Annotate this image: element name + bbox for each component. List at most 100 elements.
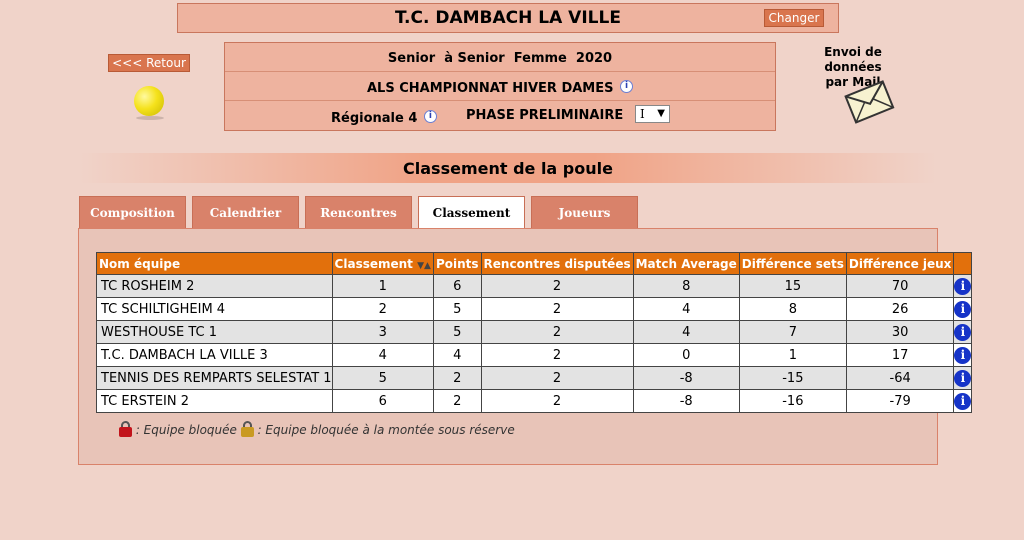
tab-calendrier[interactable]: Calendrier [192, 196, 299, 229]
legend-locked-reserve: : Equipe bloquée à la montée sous réserv… [257, 423, 515, 437]
cell-team-name: TC ERSTEIN 2 [96, 389, 333, 413]
legend-locked: : Equipe bloquée [135, 423, 237, 437]
tennis-ball-shadow [136, 116, 164, 120]
col-match-average[interactable]: Match Average [632, 252, 740, 275]
championship-label: ALS CHAMPIONNAT HIVER DAMES [366, 81, 614, 96]
col-points[interactable]: Points [432, 252, 482, 275]
championship-info-icon[interactable]: i [620, 80, 634, 93]
cell-points: 6 [432, 274, 482, 298]
category-label: Senior à Senior Femme 2020 [387, 51, 613, 66]
cell-matches-played: 2 [480, 389, 634, 413]
tab-composition[interactable]: Composition [79, 196, 186, 229]
cell-matches-played: 2 [480, 320, 634, 344]
change-club-button[interactable]: Changer [764, 9, 824, 27]
cell-team-name: TC SCHILTIGHEIM 4 [96, 297, 333, 321]
cell-matches-played: 2 [480, 274, 634, 298]
cell-team-name: WESTHOUSE TC 1 [96, 320, 333, 344]
cell-points: 2 [432, 366, 482, 390]
cell-rank: 4 [331, 343, 434, 367]
cell-games-difference: 70 [845, 274, 955, 298]
col-matches-played[interactable]: Rencontres disputées [480, 252, 634, 275]
cell-team-name: T.C. DAMBACH LA VILLE 3 [96, 343, 333, 367]
cell-info: i [953, 297, 973, 321]
col-info [953, 252, 973, 275]
cell-games-difference: 30 [845, 320, 955, 344]
envelope-icon[interactable] [843, 76, 895, 126]
tab-classement[interactable]: Classement [418, 196, 525, 230]
cell-info: i [953, 343, 973, 367]
red-lock-icon [119, 421, 132, 437]
cell-rank: 5 [331, 366, 434, 390]
col-games-difference[interactable]: Différence jeux [845, 252, 955, 275]
cell-match-average: 8 [632, 274, 740, 298]
cell-games-difference: 26 [845, 297, 955, 321]
phase-label: PHASE PRELIMINAIRE [466, 108, 624, 123]
cell-sets-difference: 15 [738, 274, 847, 298]
gold-lock-icon [240, 421, 254, 437]
sort-arrows-icon[interactable]: ▼▲ [417, 261, 431, 271]
table-row: TC ROSHEIM 2 1 6 2 8 15 70 i [96, 274, 973, 298]
division-row: Régionale 4 i PHASE PRELIMINAIRE I ▼ [225, 101, 775, 130]
col-team-name[interactable]: Nom équipe [96, 252, 333, 275]
legend: : Equipe bloquée : Equipe bloquée à la m… [119, 421, 515, 437]
division-label: Régionale 4 [331, 111, 418, 126]
section-title-band: Classement de la poule [80, 153, 936, 183]
team-info-icon[interactable]: i [954, 300, 972, 318]
cell-sets-difference: 1 [738, 343, 847, 367]
cell-matches-played: 2 [480, 366, 634, 390]
team-info-icon[interactable]: i [954, 392, 972, 410]
cell-sets-difference: 8 [738, 297, 847, 321]
cell-matches-played: 2 [480, 343, 634, 367]
cell-rank: 3 [331, 320, 434, 344]
table-row: TC SCHILTIGHEIM 4 2 5 2 4 8 26 i [96, 297, 973, 321]
cell-rank: 1 [331, 274, 434, 298]
ranking-table: Nom équipe Classement ▼▲ Points Rencontr… [96, 252, 973, 413]
cell-sets-difference: -15 [738, 366, 847, 390]
cell-info: i [953, 389, 973, 413]
championship-row: ALS CHAMPIONNAT HIVER DAMES i [225, 72, 775, 101]
cell-team-name: TENNIS DES REMPARTS SELESTAT 1 [96, 366, 333, 390]
cell-matches-played: 2 [480, 297, 634, 321]
category-row: Senior à Senior Femme 2020 [225, 43, 775, 72]
cell-info: i [953, 366, 973, 390]
club-name: T.C. DAMBACH LA VILLE [395, 8, 621, 28]
team-info-icon[interactable]: i [954, 277, 972, 295]
phase-select[interactable]: I ▼ [635, 105, 670, 123]
cell-team-name: TC ROSHEIM 2 [96, 274, 333, 298]
division-info-icon[interactable]: i [423, 110, 437, 123]
col-rank[interactable]: Classement ▼▲ [331, 252, 434, 275]
team-info-icon[interactable]: i [954, 346, 972, 364]
cell-games-difference: -64 [845, 366, 955, 390]
club-header-bar: T.C. DAMBACH LA VILLE Changer [177, 3, 839, 33]
cell-match-average: 4 [632, 320, 740, 344]
chevron-down-icon: ▼ [657, 108, 665, 119]
team-info-icon[interactable]: i [954, 369, 972, 387]
cell-info: i [953, 274, 973, 298]
cell-match-average: 4 [632, 297, 740, 321]
cell-sets-difference: -16 [738, 389, 847, 413]
cell-points: 2 [432, 389, 482, 413]
cell-match-average: 0 [632, 343, 740, 367]
tennis-ball-icon [134, 86, 164, 116]
table-row: TENNIS DES REMPARTS SELESTAT 1 5 2 2 -8 -15 -6… [96, 366, 973, 390]
tab-rencontres[interactable]: Rencontres [305, 196, 412, 229]
back-button[interactable]: <<< Retour [108, 54, 190, 72]
tab-joueurs[interactable]: Joueurs [531, 196, 638, 229]
cell-points: 5 [432, 297, 482, 321]
cell-games-difference: -79 [845, 389, 955, 413]
cell-info: i [953, 320, 973, 344]
table-row: T.C. DAMBACH LA VILLE 3 4 4 2 0 1 17 i [96, 343, 973, 367]
cell-points: 4 [432, 343, 482, 367]
table-header-row: Nom équipe Classement ▼▲ Points Rencontr… [96, 252, 973, 275]
table-row: TC ERSTEIN 2 6 2 2 -8 -16 -79 i [96, 389, 973, 413]
ranking-panel: Nom équipe Classement ▼▲ Points Rencontr… [78, 228, 973, 465]
cell-match-average: -8 [632, 389, 740, 413]
section-title: Classement de la poule [403, 159, 613, 178]
col-sets-difference[interactable]: Différence sets [738, 252, 847, 275]
cell-points: 5 [432, 320, 482, 344]
team-info-icon[interactable]: i [954, 323, 972, 341]
cell-sets-difference: 7 [738, 320, 847, 344]
phase-select-value: I [640, 107, 645, 121]
cell-match-average: -8 [632, 366, 740, 390]
cell-games-difference: 17 [845, 343, 955, 367]
